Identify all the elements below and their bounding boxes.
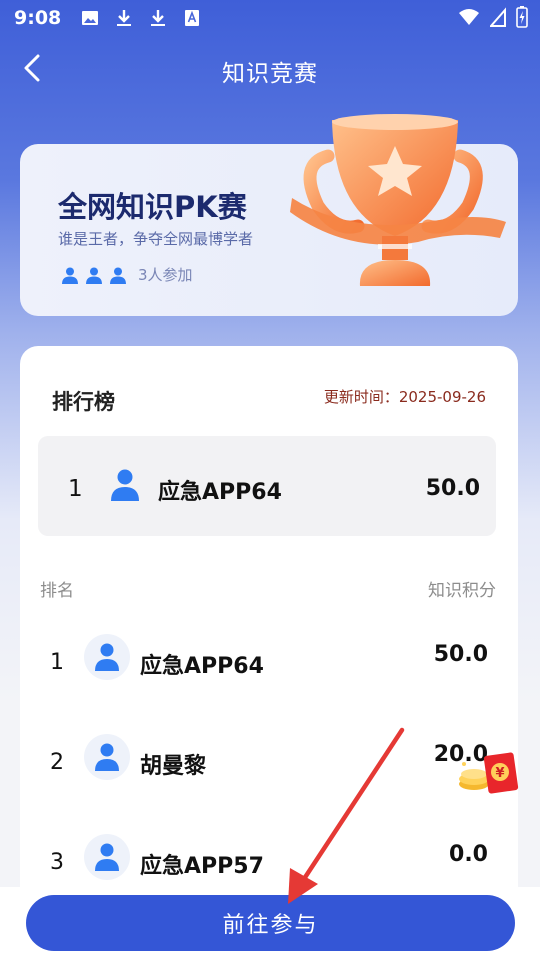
top-user-name: 应急APP64 xyxy=(158,480,282,505)
user-name: 应急APP57 xyxy=(140,854,264,879)
table-row[interactable]: 1 应急APP64 50.0 xyxy=(20,628,518,688)
user-score: 0.0 xyxy=(449,842,488,867)
participant-avatar-icon xyxy=(110,267,126,284)
top-ranked-item[interactable]: 1 应急APP64 50.0 xyxy=(38,436,496,536)
user-name: 胡曼黎 xyxy=(140,754,207,779)
battery-icon xyxy=(516,6,528,28)
wifi-icon xyxy=(459,9,479,25)
update-time: 更新时间：2025-09-26 xyxy=(323,388,486,406)
user-avatar-icon xyxy=(111,469,139,501)
system-icons xyxy=(458,6,528,28)
participants-count: 3人参加 xyxy=(138,266,193,284)
nav-bar: 知识竞赛 xyxy=(0,40,540,96)
rank-number: 1 xyxy=(50,650,64,675)
banner-subtitle: 谁是王者，争夺全网最博学者 xyxy=(58,230,254,248)
join-button[interactable]: 前往参与 xyxy=(26,895,515,951)
rank-number: 3 xyxy=(50,850,64,875)
top-rank-number: 1 xyxy=(68,476,83,502)
notification-icons xyxy=(81,9,201,27)
download-icon xyxy=(151,10,166,26)
download-icon xyxy=(117,10,132,26)
user-avatar-icon xyxy=(95,843,119,871)
participant-avatar-icon xyxy=(62,267,78,284)
table-row[interactable]: 3 应急APP57 0.0 xyxy=(20,828,518,888)
banner-title: 全网知识PK赛 xyxy=(58,190,247,224)
red-packet-symbol: ¥ xyxy=(495,766,504,781)
status-bar: 9:08 xyxy=(0,0,540,36)
signal-icon xyxy=(490,7,506,27)
red-packet-icon[interactable]: ¥ xyxy=(456,752,522,798)
user-score: 50.0 xyxy=(433,642,488,667)
leaderboard-card: 排行榜 更新时间：2025-09-26 1 应急APP64 50.0 排名 知识… xyxy=(20,346,518,946)
column-header-rank: 排名 xyxy=(40,581,74,601)
trophy-icon xyxy=(290,114,506,286)
image-notification-icon xyxy=(82,11,99,25)
contest-banner: 全网知识PK赛 谁是王者，争夺全网最博学者 3人参加 xyxy=(20,114,518,316)
table-row[interactable]: 2 胡曼黎 20.0 xyxy=(20,728,518,788)
user-avatar-icon xyxy=(95,743,119,771)
participants-summary: 3人参加 xyxy=(60,264,193,285)
user-name: 应急APP64 xyxy=(140,654,264,679)
leaderboard-title: 排行榜 xyxy=(52,390,115,414)
text-notification-icon xyxy=(185,10,200,26)
user-avatar xyxy=(84,834,130,880)
participant-avatar-icon xyxy=(86,267,102,284)
rank-number: 2 xyxy=(50,750,64,775)
status-time: 9:08 xyxy=(14,7,62,29)
page-title: 知识竞赛 xyxy=(222,61,318,87)
user-avatar-icon xyxy=(95,643,119,671)
top-user-score: 50.0 xyxy=(425,476,480,501)
user-avatar xyxy=(84,734,130,780)
user-avatar xyxy=(84,634,130,680)
column-header-score: 知识积分 xyxy=(428,581,496,601)
